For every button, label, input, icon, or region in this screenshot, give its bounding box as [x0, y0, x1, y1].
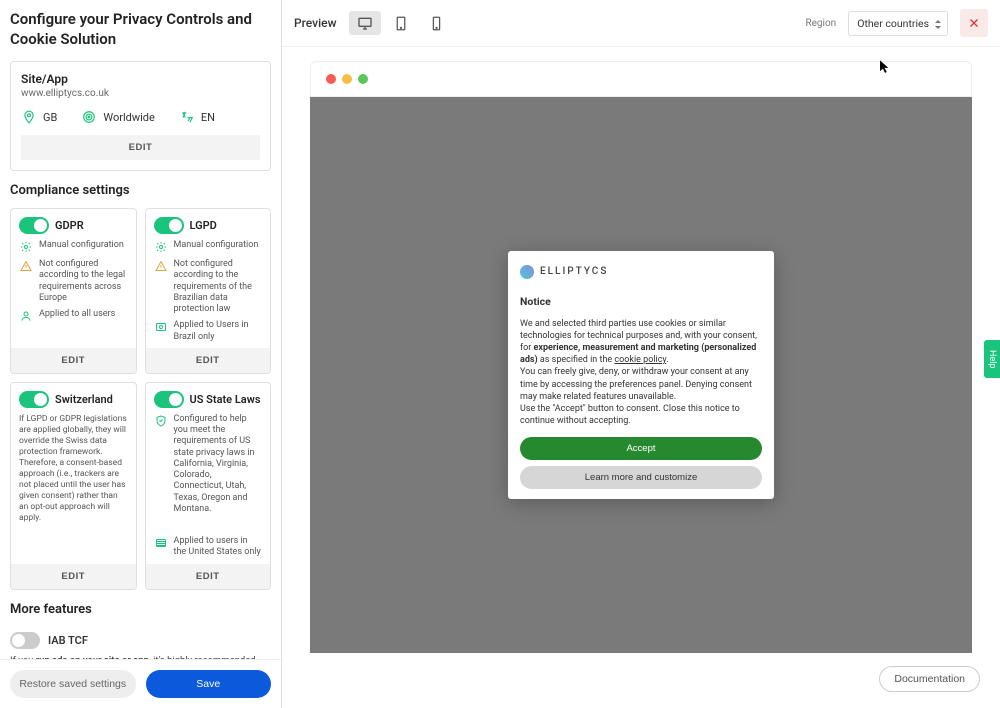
site-card: Site/App www.elliptycs.co.uk GB Worldwid…	[10, 61, 271, 171]
feature-iab: IAB TCF If you run ads on your site or a…	[10, 627, 271, 660]
topbar: Preview Region Other countries	[282, 0, 1000, 47]
gdpr-edit-button[interactable]: EDIT	[11, 348, 136, 373]
notice-title: Notice	[520, 295, 762, 308]
users-icon	[19, 309, 33, 323]
save-button[interactable]: Save	[146, 670, 272, 698]
badge-country: GB	[21, 109, 57, 125]
device-desktop-button[interactable]	[349, 11, 381, 35]
cookie-policy-link[interactable]: cookie policy	[614, 355, 666, 365]
lgpd-manual: Manual configuration	[174, 240, 259, 251]
compliance-card-lgpd: LGPD Manual configuration Not configured…	[145, 208, 272, 374]
main-area: Preview Region Other countries	[282, 0, 1000, 708]
toggle-iab[interactable]	[10, 632, 40, 649]
site-badges: GB Worldwide EN	[21, 109, 260, 125]
device-tablet-button[interactable]	[385, 11, 417, 35]
scope-text: Worldwide	[103, 111, 154, 124]
site-label: Site/App	[21, 72, 260, 86]
traffic-yellow-icon	[342, 74, 352, 84]
mobile-icon	[432, 16, 441, 31]
translate-icon	[179, 109, 195, 125]
close-button[interactable]	[960, 9, 988, 37]
compliance-section-title: Compliance settings	[10, 183, 271, 198]
tablet-icon	[395, 16, 407, 31]
traffic-green-icon	[358, 74, 368, 84]
lgpd-title: LGPD	[190, 219, 217, 232]
switz-edit-button[interactable]: EDIT	[11, 564, 136, 589]
usstate-edit-button[interactable]: EDIT	[146, 564, 271, 589]
toggle-lgpd[interactable]	[154, 217, 184, 234]
accept-button[interactable]: Accept	[520, 437, 762, 460]
sidebar-footer: Restore saved settings Save	[0, 659, 281, 708]
restore-button[interactable]: Restore saved settings	[10, 670, 136, 698]
flag-icon	[154, 536, 168, 550]
region-value: Other countries	[857, 17, 929, 30]
notice-body: We and selected third parties use cookie…	[520, 318, 762, 427]
warning-icon	[154, 259, 168, 273]
compliance-card-switzerland: Switzerland If LGPD or GDPR legislations…	[10, 382, 137, 590]
target-icon	[81, 109, 97, 125]
flag-icon	[154, 320, 168, 334]
toggle-gdpr[interactable]	[19, 217, 49, 234]
compliance-card-usstate: US State Laws Configured to help you mee…	[145, 382, 272, 590]
device-mobile-button[interactable]	[421, 11, 453, 35]
close-icon	[968, 17, 980, 29]
location-icon	[21, 109, 37, 125]
region-label: Region	[805, 18, 836, 29]
usstate-desc: Configured to help you meet the requirem…	[174, 414, 263, 515]
preview-area: ELLIPTYCS Notice We and selected third p…	[282, 47, 1000, 708]
sidebar: Configure your Privacy Controls and Cook…	[0, 0, 282, 708]
lgpd-edit-button[interactable]: EDIT	[146, 348, 271, 373]
gear-icon	[154, 240, 168, 254]
lgpd-scope: Applied to Users in Brazil only	[174, 320, 263, 343]
page-title: Configure your Privacy Controls and Cook…	[10, 10, 271, 49]
shield-icon	[154, 414, 168, 428]
notice-brand: ELLIPTYCS	[520, 265, 762, 279]
browser-chrome	[310, 61, 972, 97]
gear-icon	[19, 240, 33, 254]
traffic-red-icon	[326, 74, 336, 84]
gdpr-scope: Applied to all users	[39, 309, 115, 320]
language-text: EN	[201, 111, 215, 124]
iab-title: IAB TCF	[48, 634, 88, 647]
compliance-grid: GDPR Manual configuration Not configured…	[10, 208, 271, 590]
help-tab[interactable]: Help	[984, 340, 1000, 378]
toggle-switzerland[interactable]	[19, 391, 49, 408]
toggle-usstate[interactable]	[154, 391, 184, 408]
preview-frame: ELLIPTYCS Notice We and selected third p…	[310, 97, 972, 653]
region-select[interactable]: Other countries	[848, 11, 948, 36]
compliance-card-gdpr: GDPR Manual configuration Not configured…	[10, 208, 137, 374]
badge-language: EN	[179, 109, 215, 125]
desktop-icon	[357, 16, 373, 30]
country-text: GB	[43, 111, 57, 124]
site-url: www.elliptycs.co.uk	[21, 88, 260, 99]
switz-desc: If LGPD or GDPR legislations are applied…	[19, 414, 128, 524]
gdpr-title: GDPR	[55, 219, 84, 232]
gdpr-manual: Manual configuration	[39, 240, 124, 251]
gdpr-warn: Not configured according to the legal re…	[39, 259, 128, 304]
warning-icon	[19, 259, 33, 273]
usstate-title: US State Laws	[190, 393, 261, 406]
documentation-button[interactable]: Documentation	[879, 666, 980, 692]
lgpd-warn: Not configured according to the requirem…	[174, 259, 263, 315]
preview-label: Preview	[294, 16, 337, 30]
sidebar-scroll[interactable]: Configure your Privacy Controls and Cook…	[0, 0, 281, 659]
site-edit-button[interactable]: EDIT	[21, 135, 260, 160]
brand-text: ELLIPTYCS	[540, 266, 608, 277]
usstate-scope: Applied to users in the United States on…	[174, 536, 263, 559]
switz-title: Switzerland	[55, 393, 113, 406]
more-features-title: More features	[10, 602, 271, 617]
device-tabs	[349, 11, 453, 35]
cookie-notice: ELLIPTYCS Notice We and selected third p…	[508, 251, 774, 499]
learn-more-button[interactable]: Learn more and customize	[520, 466, 762, 489]
brand-mark-icon	[520, 265, 534, 279]
badge-scope: Worldwide	[81, 109, 154, 125]
